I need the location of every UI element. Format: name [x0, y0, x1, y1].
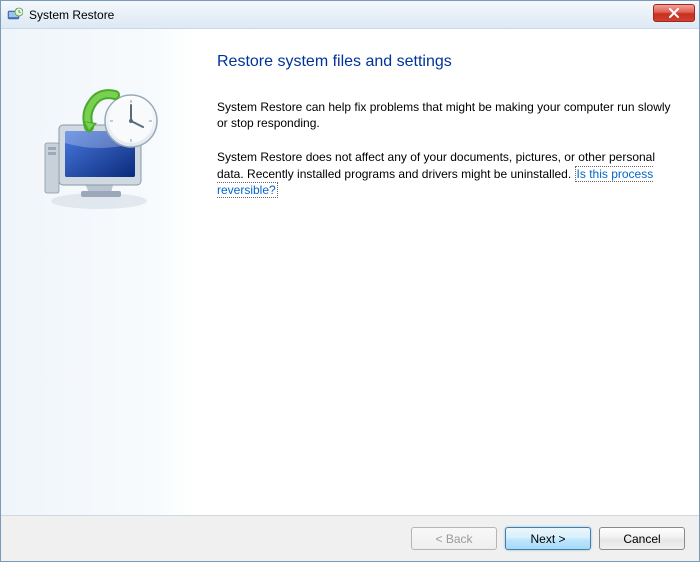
system-restore-illustration	[29, 83, 169, 213]
next-button[interactable]: Next >	[505, 527, 591, 550]
intro-paragraph: System Restore can help fix problems tha…	[217, 99, 671, 131]
illustration-panel	[1, 29, 197, 515]
main-panel: Restore system files and settings System…	[197, 29, 699, 515]
close-button[interactable]	[653, 4, 695, 22]
back-button: < Back	[411, 527, 497, 550]
cancel-button[interactable]: Cancel	[599, 527, 685, 550]
system-restore-window: System Restore	[0, 0, 700, 562]
titlebar: System Restore	[1, 1, 699, 29]
page-heading: Restore system files and settings	[217, 53, 671, 71]
system-restore-icon	[7, 7, 23, 23]
window-title: System Restore	[29, 8, 114, 22]
details-paragraph: System Restore does not affect any of yo…	[217, 149, 671, 198]
wizard-footer: < Back Next > Cancel	[1, 515, 699, 561]
wizard-content: Restore system files and settings System…	[1, 29, 699, 515]
